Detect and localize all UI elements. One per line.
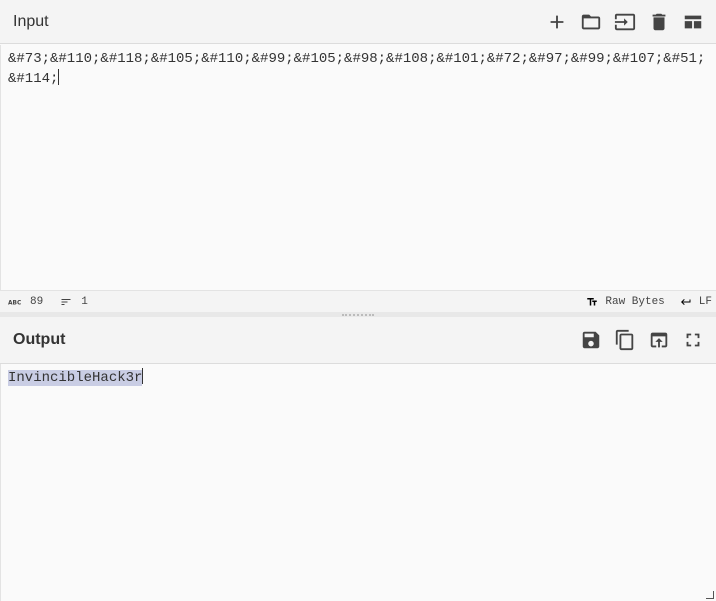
output-textarea[interactable]: InvincibleHack3r bbox=[0, 364, 716, 601]
input-title: Input bbox=[13, 12, 49, 30]
input-status-bar: ABC 89 1 Raw Bytes LF bbox=[0, 290, 716, 312]
output-title: Output bbox=[13, 331, 66, 348]
length-value: 89 bbox=[30, 295, 44, 308]
input-toolbar bbox=[540, 0, 716, 43]
reset-layout-button[interactable] bbox=[676, 5, 710, 39]
input-content: &#73;&#110;&#118;&#105;&#110;&#99;&#105;… bbox=[8, 51, 706, 87]
open-folder-button[interactable] bbox=[574, 5, 608, 39]
save-output-button[interactable] bbox=[574, 323, 608, 357]
input-caret bbox=[58, 69, 60, 85]
eol-selector[interactable]: LF bbox=[679, 296, 712, 308]
abc-icon: ABC bbox=[8, 300, 21, 306]
layout-icon bbox=[684, 15, 702, 28]
clear-input-button[interactable] bbox=[642, 5, 676, 39]
input-file-icon bbox=[614, 13, 636, 30]
maximize-output-button[interactable] bbox=[676, 323, 710, 357]
length-stat: ABC 89 bbox=[8, 296, 43, 308]
replace-input-icon bbox=[650, 332, 668, 348]
output-content: InvincibleHack3r bbox=[8, 370, 143, 386]
copy-icon bbox=[615, 329, 634, 351]
trash-icon bbox=[652, 13, 666, 30]
resize-grip bbox=[342, 313, 374, 316]
output-caret bbox=[142, 368, 144, 384]
save-icon bbox=[582, 331, 600, 349]
plus-icon bbox=[550, 15, 564, 28]
encoding-selector[interactable]: Raw Bytes bbox=[585, 295, 665, 308]
fullscreen-icon bbox=[686, 333, 700, 347]
return-icon bbox=[680, 298, 691, 305]
output-header: Output bbox=[0, 317, 716, 364]
encoding-value: Raw Bytes bbox=[605, 295, 665, 308]
open-file-button[interactable] bbox=[608, 5, 642, 39]
text-format-icon bbox=[587, 297, 598, 305]
input-header: Input bbox=[0, 0, 716, 44]
folder-open-icon bbox=[581, 14, 601, 29]
lines-value: 1 bbox=[81, 295, 88, 308]
eol-value: LF bbox=[698, 295, 712, 308]
resize-handle[interactable] bbox=[706, 591, 714, 599]
copy-output-button[interactable] bbox=[608, 323, 642, 357]
input-textarea[interactable]: &#73;&#110;&#118;&#105;&#110;&#99;&#105;… bbox=[0, 45, 716, 290]
add-tab-button[interactable] bbox=[540, 5, 574, 39]
output-toolbar bbox=[574, 317, 716, 363]
lines-icon bbox=[61, 298, 71, 305]
svg-text:ABC: ABC bbox=[8, 300, 21, 306]
lines-stat: 1 bbox=[59, 296, 88, 308]
replace-input-button[interactable] bbox=[642, 323, 676, 357]
